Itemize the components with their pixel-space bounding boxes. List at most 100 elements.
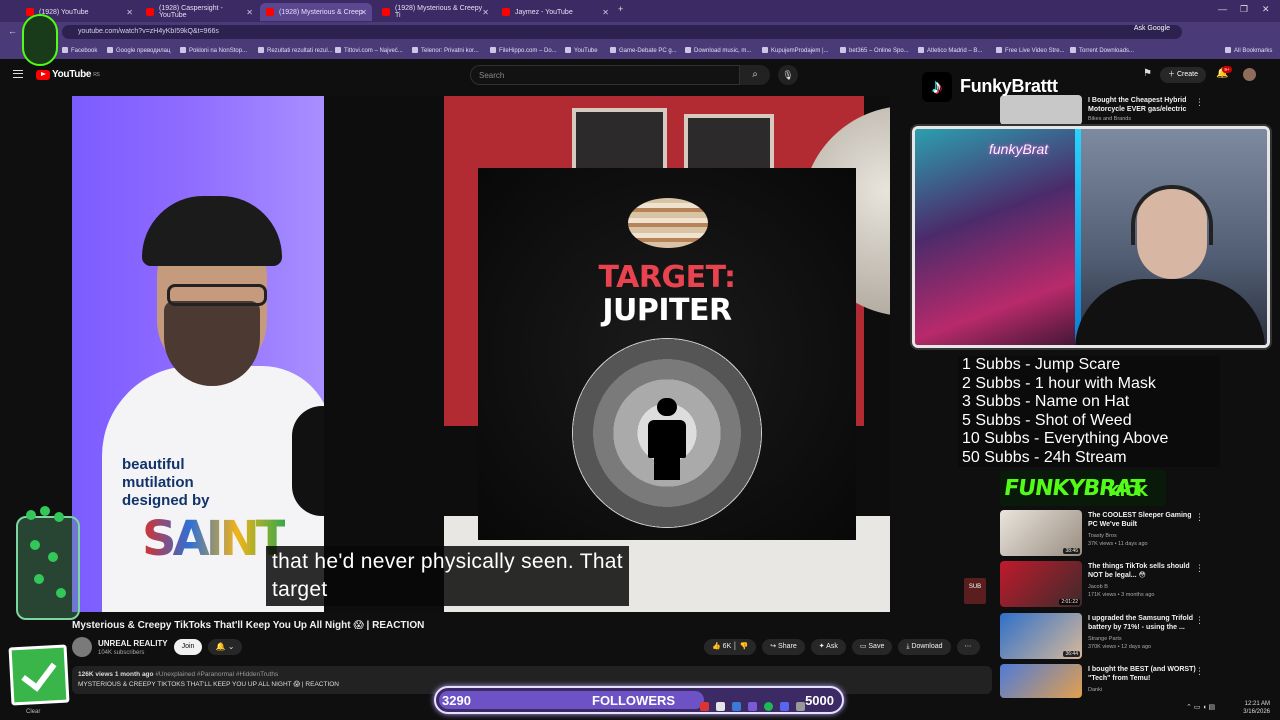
hamburger-menu-icon[interactable] <box>13 70 23 78</box>
bookmark[interactable]: Torrent Downloads... <box>1070 47 1134 54</box>
bookmark[interactable]: Atletico Madrid – B... <box>918 47 982 54</box>
list-item[interactable]: I bought the BEST (and WORST) "Tech" fro… <box>998 664 1208 710</box>
bookmark[interactable]: Telenor: Privatni kor... <box>412 47 479 54</box>
more-actions-icon[interactable]: ⋯ <box>956 639 980 655</box>
app-icon[interactable] <box>732 702 741 711</box>
channel-name[interactable]: Toasty Bros <box>1088 532 1208 540</box>
more-icon[interactable]: ⋮ <box>1195 615 1204 626</box>
bookmark[interactable]: YouTube <box>565 47 598 54</box>
channel-name[interactable]: Danki <box>1088 686 1208 694</box>
caption-line: target <box>272 578 328 601</box>
ask-label: Ask <box>826 643 838 650</box>
subscribe-bell-button[interactable]: 🔔 ⌄ <box>208 639 242 655</box>
video-title: Mysterious & Creepy TikToks That'll Keep… <box>72 620 425 631</box>
channel-name[interactable]: UNREAL REALITY <box>98 639 168 648</box>
bookmark[interactable]: Google преводилац <box>107 47 170 54</box>
minimize-button[interactable]: — <box>1218 4 1227 14</box>
browser-tab-active[interactable]: (1928) Mysterious & Creep ✕ <box>260 3 372 21</box>
subscribe-watermark[interactable]: SUB <box>964 578 986 604</box>
clover-icon <box>26 510 36 520</box>
back-icon[interactable]: ← <box>8 26 17 36</box>
video-thumbnail[interactable]: 38:46 <box>1000 510 1082 556</box>
close-tab-icon[interactable]: ✕ <box>126 8 133 17</box>
microphone-icon[interactable]: 🎙 <box>778 65 798 85</box>
bookmark[interactable]: Game-Debate PC g... <box>610 47 677 54</box>
ask-button[interactable]: ✦ Ask <box>810 639 846 655</box>
channel-name[interactable]: Bikes and Brands <box>1088 115 1208 123</box>
tab-label: (1928) Mysterious & Creep <box>279 8 363 16</box>
bookmark[interactable]: Free Live Video Stre... <box>996 47 1065 54</box>
new-tab-button[interactable]: + <box>618 4 623 14</box>
ask-google-button[interactable]: Ask Google <box>1134 25 1170 32</box>
close-tab-icon[interactable]: ✕ <box>360 8 367 17</box>
create-button[interactable]: ＋ Create <box>1160 67 1206 83</box>
clover-icon <box>56 588 66 598</box>
like-button[interactable]: 👍 6K │ 👎 <box>704 639 757 655</box>
share-button[interactable]: ↪ Share <box>762 639 805 655</box>
followers-goal: 5000 <box>805 693 834 708</box>
channel-name[interactable]: Jacob B <box>1088 583 1208 591</box>
bookmark[interactable]: Pokloni na NonStop... <box>180 47 247 54</box>
video-thumbnail[interactable]: 2:01:22 <box>1000 561 1082 607</box>
jar <box>16 516 80 620</box>
share-label: Share <box>778 643 797 650</box>
bookmark[interactable]: FileHippo.com – Do... <box>490 47 557 54</box>
list-item[interactable]: 38:46 The COOLEST Sleeper Gaming PC We'v… <box>998 510 1208 556</box>
sub-goal: 10 Subbs - Everything Above <box>962 430 1169 447</box>
hashtags[interactable]: #Unexplained #Paranormal #HiddenTruths <box>155 671 278 678</box>
video-thumbnail[interactable] <box>1000 664 1082 698</box>
browser-tab[interactable]: (1928) Caspersight - YouTube ✕ <box>140 3 258 21</box>
system-clock[interactable]: 12:21 AM 3/16/2026 <box>1243 700 1270 716</box>
app-icon[interactable] <box>780 702 789 711</box>
video-title[interactable]: I bought the BEST (and WORST) "Tech" fro… <box>1088 665 1198 683</box>
followers-current: 3290 <box>442 693 471 708</box>
bookmark[interactable]: Download music, m... <box>685 47 751 54</box>
system-tray-icons[interactable]: ⌃ ▭ ◖ ▤ <box>1186 703 1215 711</box>
video-thumbnail[interactable]: 36:44 <box>1000 613 1082 659</box>
close-tab-icon[interactable]: ✕ <box>602 8 609 17</box>
list-item[interactable]: 36:44 I upgraded the Samsung Trifold bat… <box>998 613 1208 659</box>
channel-name[interactable]: Strange Parts <box>1088 635 1208 643</box>
app-icon[interactable] <box>700 702 709 711</box>
app-icon[interactable] <box>764 702 773 711</box>
app-icon[interactable] <box>716 702 725 711</box>
save-button[interactable]: ▭ Save <box>851 639 893 655</box>
more-icon[interactable]: ⋮ <box>1195 512 1204 523</box>
close-tab-icon[interactable]: ✕ <box>246 8 253 17</box>
video-player[interactable]: beautiful mutilation designed by SAINT T… <box>72 96 890 612</box>
more-icon[interactable]: ⋮ <box>1195 563 1204 574</box>
avatar[interactable] <box>1243 68 1256 81</box>
bookmark[interactable]: KupujemProdajem |... <box>762 47 829 54</box>
search-icon[interactable]: ⌕ <box>740 65 770 85</box>
bookmark[interactable]: bet365 – Online Spo... <box>840 47 909 54</box>
bookmark[interactable]: Rezultati rezultati rezul... <box>258 47 333 54</box>
channel-avatar[interactable] <box>72 637 92 657</box>
close-tab-icon[interactable]: ✕ <box>482 8 489 17</box>
video-title[interactable]: I upgraded the Samsung Trifold battery b… <box>1088 614 1198 632</box>
app-icon[interactable] <box>796 702 805 711</box>
cast-icon[interactable]: ⚑ <box>1143 68 1152 79</box>
more-icon[interactable]: ⋮ <box>1195 666 1204 677</box>
clock-date: 3/16/2026 <box>1243 709 1270 715</box>
url-field[interactable]: youtube.com/watch?v=zH4yKbI59kQ&t=966s <box>62 25 1182 39</box>
join-button[interactable]: Join <box>174 639 202 655</box>
caption-line: that he'd never physically seen. That <box>272 550 623 573</box>
video-title[interactable]: I Bought the Cheapest Hybrid Motorcycle … <box>1088 96 1198 114</box>
video-actions: 👍 6K │ 👎 ↪ Share ✦ Ask ▭ Save ⤓ Download… <box>704 639 980 655</box>
video-title[interactable]: The things TikTok sells should NOT be le… <box>1088 562 1198 580</box>
browser-tab[interactable]: Jaymez - YouTube ✕ <box>496 3 614 21</box>
bookmark[interactable]: Facebook <box>62 47 97 54</box>
youtube-logo[interactable]: YouTube RS <box>36 69 100 80</box>
bookmark[interactable]: Tittovi.com – Najveć... <box>335 47 403 54</box>
more-icon[interactable]: ⋮ <box>1195 97 1204 108</box>
all-bookmarks[interactable]: All Bookmarks <box>1225 47 1272 54</box>
search-input[interactable]: Search <box>470 65 740 85</box>
maximize-button[interactable]: ❐ <box>1240 4 1248 15</box>
browser-tab[interactable]: (1928) Mysterious & Creepy Ti ✕ <box>376 3 494 21</box>
list-item[interactable]: 2:01:22 The things TikTok sells should N… <box>998 561 1208 607</box>
app-icon[interactable] <box>748 702 757 711</box>
close-window-button[interactable]: ✕ <box>1262 4 1270 15</box>
video-title[interactable]: The COOLEST Sleeper Gaming PC We've Buil… <box>1088 511 1198 529</box>
clover-icon <box>48 552 58 562</box>
download-button[interactable]: ⤓ Download <box>898 639 951 655</box>
